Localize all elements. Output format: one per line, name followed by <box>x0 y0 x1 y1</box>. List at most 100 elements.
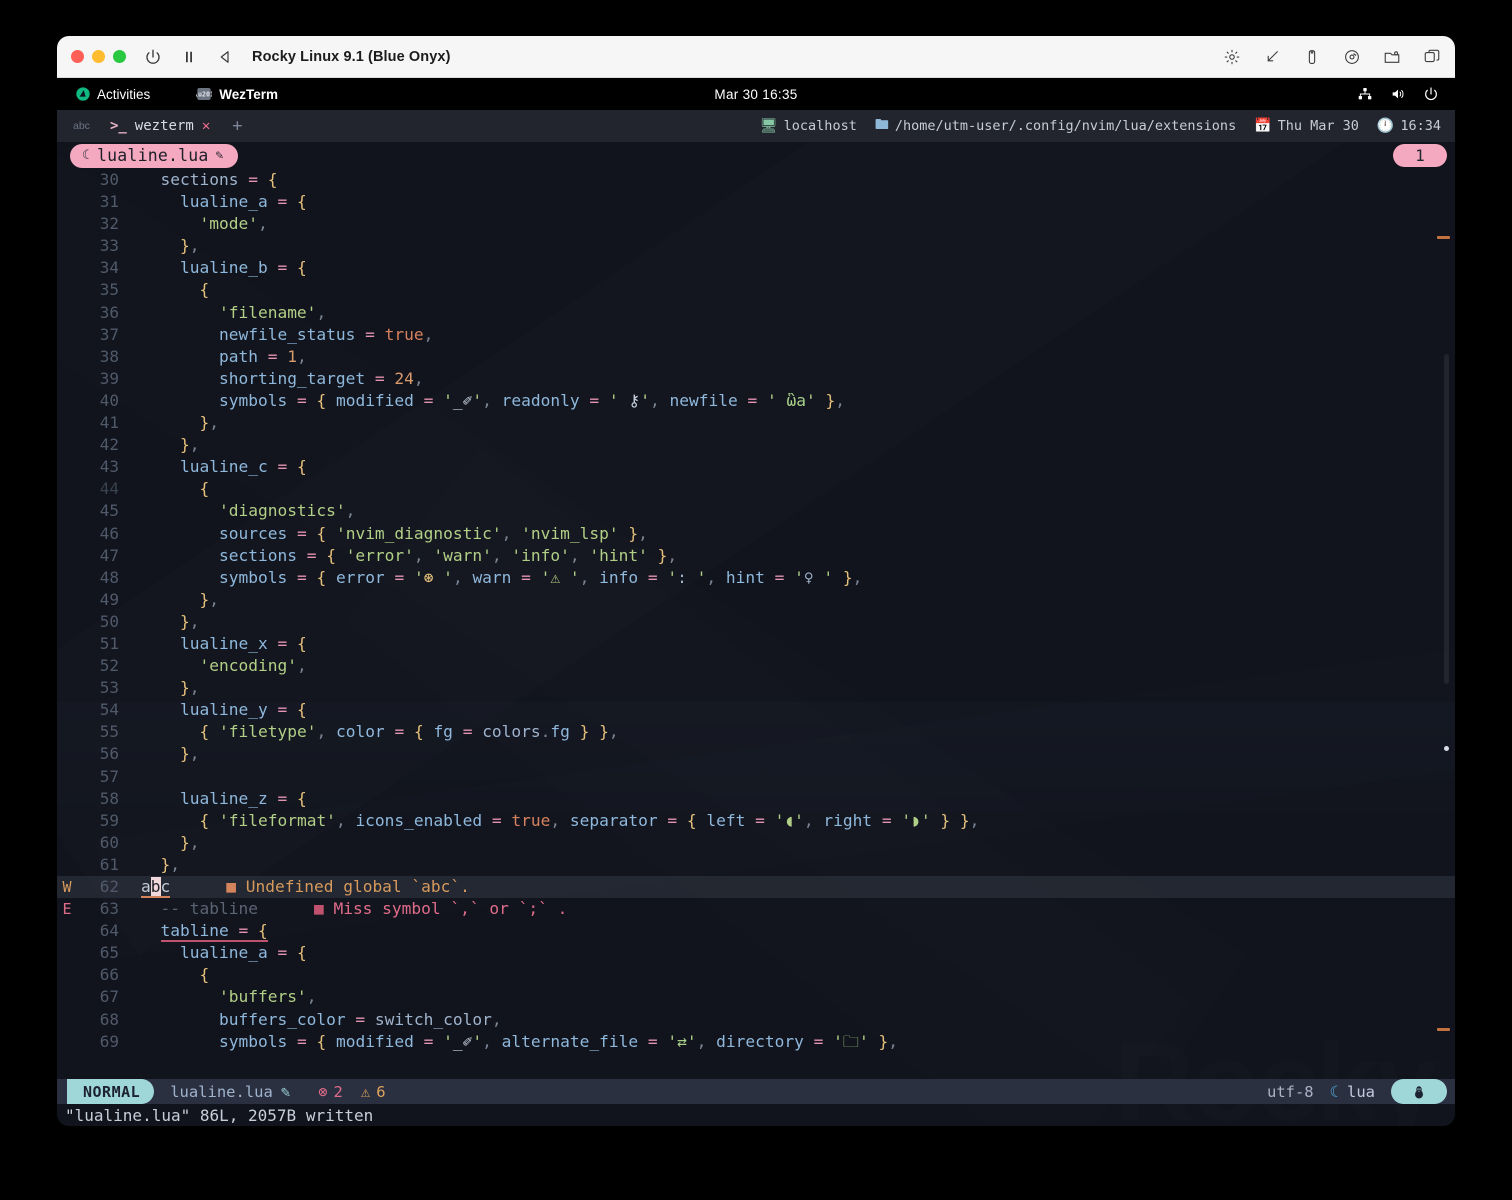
code-line[interactable]: 68 buffers_color = switch_color, <box>57 1009 1455 1031</box>
zoom-window-button[interactable] <box>113 50 126 63</box>
code-line[interactable]: 37 newfile_status = true, <box>57 324 1455 346</box>
virtual-text-error: ■ Miss symbol `,` or `;` . <box>313 899 568 919</box>
code-text: }, <box>179 832 200 852</box>
code-text: lualine_y = { <box>179 700 307 720</box>
wezterm-tabbar: abc >_ wezterm ✕ + 🖥 localhost 🖿 /home/u… <box>57 110 1455 142</box>
line-number: 51 <box>99 633 119 653</box>
code-line[interactable]: 69 symbols = { modified = '_✐', alternat… <box>57 1031 1455 1053</box>
code-text: { <box>199 479 210 499</box>
pencil-icon: ✎ <box>215 148 224 163</box>
linux-penguin-icon <box>1415 1085 1423 1098</box>
code-line[interactable]: 40 symbols = { modified = '_✐', readonly… <box>57 390 1455 412</box>
disc-icon[interactable] <box>1343 48 1361 66</box>
line-number: 57 <box>99 766 119 786</box>
code-text: sections = { 'error', 'warn', 'info', 'h… <box>218 545 678 565</box>
code-line[interactable]: E 63 -- tabline ■ Miss symbol `,` or `;` . <box>57 898 1455 920</box>
focused-app-indicator[interactable]: $\u2016 WezTerm <box>190 86 279 102</box>
sparkle-icon[interactable] <box>1223 48 1241 66</box>
code-line[interactable]: 66 { <box>57 964 1455 986</box>
power-menu-icon[interactable] <box>1423 86 1439 102</box>
code-line[interactable]: 34 lualine_b = { <box>57 257 1455 279</box>
code-line[interactable]: 60 }, <box>57 832 1455 854</box>
code-line[interactable]: W 62 abc ■ Undefined global `abc`. <box>57 876 1455 899</box>
code-line[interactable]: 52 'encoding', <box>57 655 1455 677</box>
focused-app-label: WezTerm <box>219 86 279 102</box>
line-number: 60 <box>99 832 119 852</box>
calendar-icon: 📅 <box>1254 118 1272 134</box>
windows-icon[interactable] <box>1423 48 1441 66</box>
pause-icon[interactable] <box>180 48 198 66</box>
tabpage-counter[interactable]: 1 <box>1393 144 1447 167</box>
code-line[interactable]: 55 { 'filetype', color = { fg = colors.f… <box>57 721 1455 743</box>
network-icon[interactable] <box>1357 86 1373 102</box>
terminal-pane[interactable]: Rocky ☾ lualine.lua ✎ 1 30 sections = {3… <box>57 142 1455 1126</box>
code-line[interactable]: 42 }, <box>57 434 1455 456</box>
buffer-tab-lualine-lua[interactable]: ☾ lualine.lua ✎ <box>70 143 238 168</box>
removable-drive-icon[interactable] <box>1383 48 1401 66</box>
code-line[interactable]: 67 'buffers', <box>57 986 1455 1008</box>
code-line[interactable]: 51 lualine_x = { <box>57 633 1455 655</box>
code-text: -- tabline ■ Miss symbol `,` or `;` . <box>125 898 567 920</box>
code-line[interactable]: 38 path = 1, <box>57 346 1455 368</box>
code-line[interactable]: 41 }, <box>57 412 1455 434</box>
code-line[interactable]: 61 }, <box>57 854 1455 876</box>
date-label: Thu Mar 30 <box>1277 118 1359 134</box>
status-filename-label: lualine.lua <box>170 1082 273 1101</box>
diagnostic-sign-error: E <box>62 900 72 919</box>
code-line[interactable]: 30 sections = { <box>57 169 1455 191</box>
code-line[interactable]: 49 }, <box>57 589 1455 611</box>
minimize-window-button[interactable] <box>92 50 105 63</box>
back-icon[interactable] <box>216 48 234 66</box>
code-text: { <box>199 280 210 300</box>
code-line[interactable]: 58 lualine_z = { <box>57 788 1455 810</box>
code-line[interactable]: 39 shorting_target = 24, <box>57 368 1455 390</box>
code-line[interactable]: 36 'filename', <box>57 302 1455 324</box>
line-number: 64 <box>99 921 119 941</box>
code-line[interactable]: 35 { <box>57 279 1455 301</box>
power-icon[interactable] <box>144 48 162 66</box>
line-number: 56 <box>99 744 119 764</box>
line-number: 42 <box>99 435 119 455</box>
code-text: lualine_x = { <box>179 633 307 653</box>
code-line[interactable]: 44 { <box>57 478 1455 500</box>
virtual-text-warning: ■ Undefined global `abc`. <box>226 877 470 896</box>
code-line[interactable]: 43 lualine_c = { <box>57 456 1455 478</box>
line-number: 52 <box>99 656 119 676</box>
close-tab-icon[interactable]: ✕ <box>202 118 210 134</box>
code-line[interactable]: 64 tabline = { <box>57 920 1455 943</box>
code-line[interactable]: 33 }, <box>57 235 1455 257</box>
line-number: 47 <box>99 545 119 565</box>
editor-buffer[interactable]: 30 sections = {31 lualine_a = {32 'mode'… <box>57 169 1455 1053</box>
scrollbar-thumb-dot <box>1444 746 1449 751</box>
close-window-button[interactable] <box>71 50 84 63</box>
code-text: 'diagnostics', <box>218 501 356 521</box>
code-line[interactable]: 46 sources = { 'nvim_diagnostic', 'nvim_… <box>57 523 1455 545</box>
activities-button[interactable]: Activities <box>75 86 150 102</box>
usb-icon[interactable] <box>1303 48 1321 66</box>
line-number: 31 <box>99 192 119 212</box>
code-line[interactable]: 65 lualine_a = { <box>57 942 1455 964</box>
code-line[interactable]: 48 symbols = { error = '⊛ ', warn = '⚠ '… <box>57 567 1455 589</box>
wezterm-tab[interactable]: >_ wezterm ✕ <box>110 118 210 134</box>
code-text: 'filename', <box>218 302 327 322</box>
gnome-top-panel: Activities $\u2016 WezTerm Mar 30 16:35 <box>57 78 1455 110</box>
code-line[interactable]: 32 'mode', <box>57 213 1455 235</box>
scrollbar-track[interactable] <box>1444 354 1449 684</box>
volume-icon[interactable] <box>1390 86 1406 102</box>
warning-count: 6 <box>376 1082 386 1101</box>
code-line[interactable]: 56 }, <box>57 743 1455 765</box>
code-line[interactable]: 59 { 'fileformat', icons_enabled = true,… <box>57 810 1455 832</box>
new-tab-button[interactable]: + <box>232 116 242 136</box>
wezterm-icon: $\u2016 <box>190 86 218 102</box>
line-number: 43 <box>99 457 119 477</box>
code-line[interactable]: 45 'diagnostics', <box>57 500 1455 522</box>
code-line[interactable]: 50 }, <box>57 611 1455 633</box>
code-text: sources = { 'nvim_diagnostic', 'nvim_lsp… <box>218 523 648 543</box>
code-line[interactable]: 53 }, <box>57 677 1455 699</box>
resize-icon[interactable] <box>1263 48 1281 66</box>
rocky-logo-icon <box>75 86 91 102</box>
code-line[interactable]: 54 lualine_y = { <box>57 699 1455 721</box>
code-line[interactable]: 31 lualine_a = { <box>57 191 1455 213</box>
code-line[interactable]: 47 sections = { 'error', 'warn', 'info',… <box>57 545 1455 567</box>
code-line[interactable]: 57 <box>57 766 1455 788</box>
